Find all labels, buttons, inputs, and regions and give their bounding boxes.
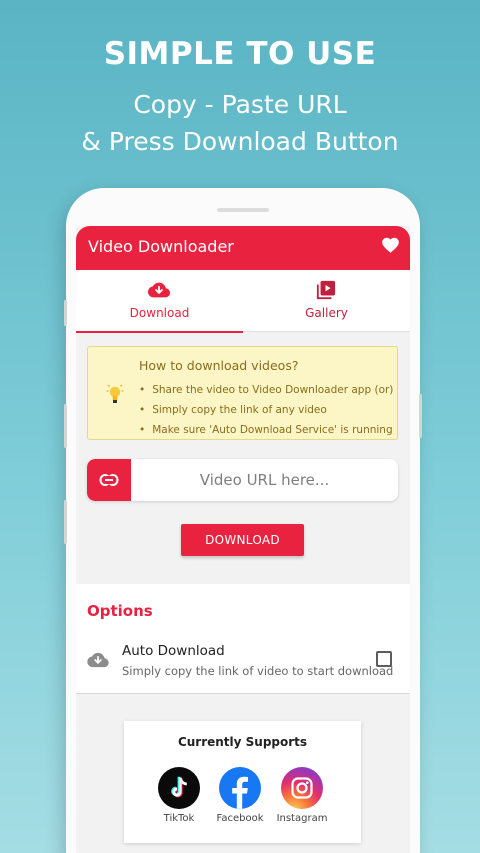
cloud-download-icon — [148, 282, 170, 298]
supports-card: Currently Supports TikTok Facebook Insta… — [124, 721, 361, 843]
phone-volume-button — [64, 300, 67, 326]
phone-power-button — [419, 394, 422, 438]
instagram-icon — [281, 767, 323, 809]
link-icon-box — [87, 459, 131, 501]
url-input[interactable] — [131, 459, 398, 501]
promo-title: SIMPLE TO USE — [103, 36, 377, 72]
phone-volume-button — [64, 500, 67, 544]
how-to-step: Simply copy the link of any video — [139, 400, 393, 420]
supports-title: Currently Supports — [177, 735, 308, 749]
platform-label: TikTok — [163, 813, 195, 824]
app-screen: Video Downloader Download Gallery How to… — [76, 226, 410, 853]
tiktok-icon — [158, 767, 200, 809]
video-library-icon — [316, 280, 336, 300]
how-to-step: Make sure 'Auto Download Service' is run… — [139, 420, 393, 440]
promo-line-1: Copy - Paste URL — [133, 90, 347, 119]
tab-gallery-label: Gallery — [305, 306, 348, 320]
phone-volume-button — [64, 404, 67, 448]
phone-speaker — [217, 208, 269, 212]
tab-bar: Download Gallery — [76, 270, 410, 333]
auto-download-label: Auto Download — [122, 643, 225, 659]
platform-tiktok: TikTok — [149, 767, 209, 824]
url-field — [87, 459, 398, 501]
platform-label: Facebook — [216, 813, 264, 824]
app-bar: Video Downloader — [76, 226, 410, 270]
options-section: Options Auto Download Simply copy the li… — [76, 584, 410, 694]
lightbulb-icon — [106, 384, 124, 403]
how-to-step: Share the video to Video Downloader app … — [139, 380, 393, 400]
auto-download-checkbox[interactable] — [376, 651, 392, 667]
heart-icon[interactable] — [381, 236, 400, 254]
app-title: Video Downloader — [88, 237, 234, 256]
platform-label: Instagram — [276, 813, 328, 824]
cloud-download-icon — [87, 652, 109, 668]
platform-facebook: Facebook — [210, 767, 270, 824]
how-to-title: How to download videos? — [139, 358, 299, 373]
promo-line-2: & Press Download Button — [81, 127, 399, 156]
facebook-icon — [219, 767, 261, 809]
tab-gallery[interactable]: Gallery — [243, 270, 410, 332]
how-to-card: How to download videos? Share the video … — [87, 346, 398, 440]
how-to-steps: Share the video to Video Downloader app … — [139, 380, 393, 440]
auto-download-description: Simply copy the link of video to start d… — [122, 664, 394, 678]
link-icon — [99, 474, 119, 486]
platform-instagram: Instagram — [272, 767, 332, 824]
active-tab-indicator — [76, 331, 243, 333]
tab-download-label: Download — [129, 306, 190, 320]
options-title: Options — [87, 602, 153, 620]
tab-download[interactable]: Download — [76, 270, 243, 333]
download-button[interactable]: DOWNLOAD — [181, 524, 304, 556]
